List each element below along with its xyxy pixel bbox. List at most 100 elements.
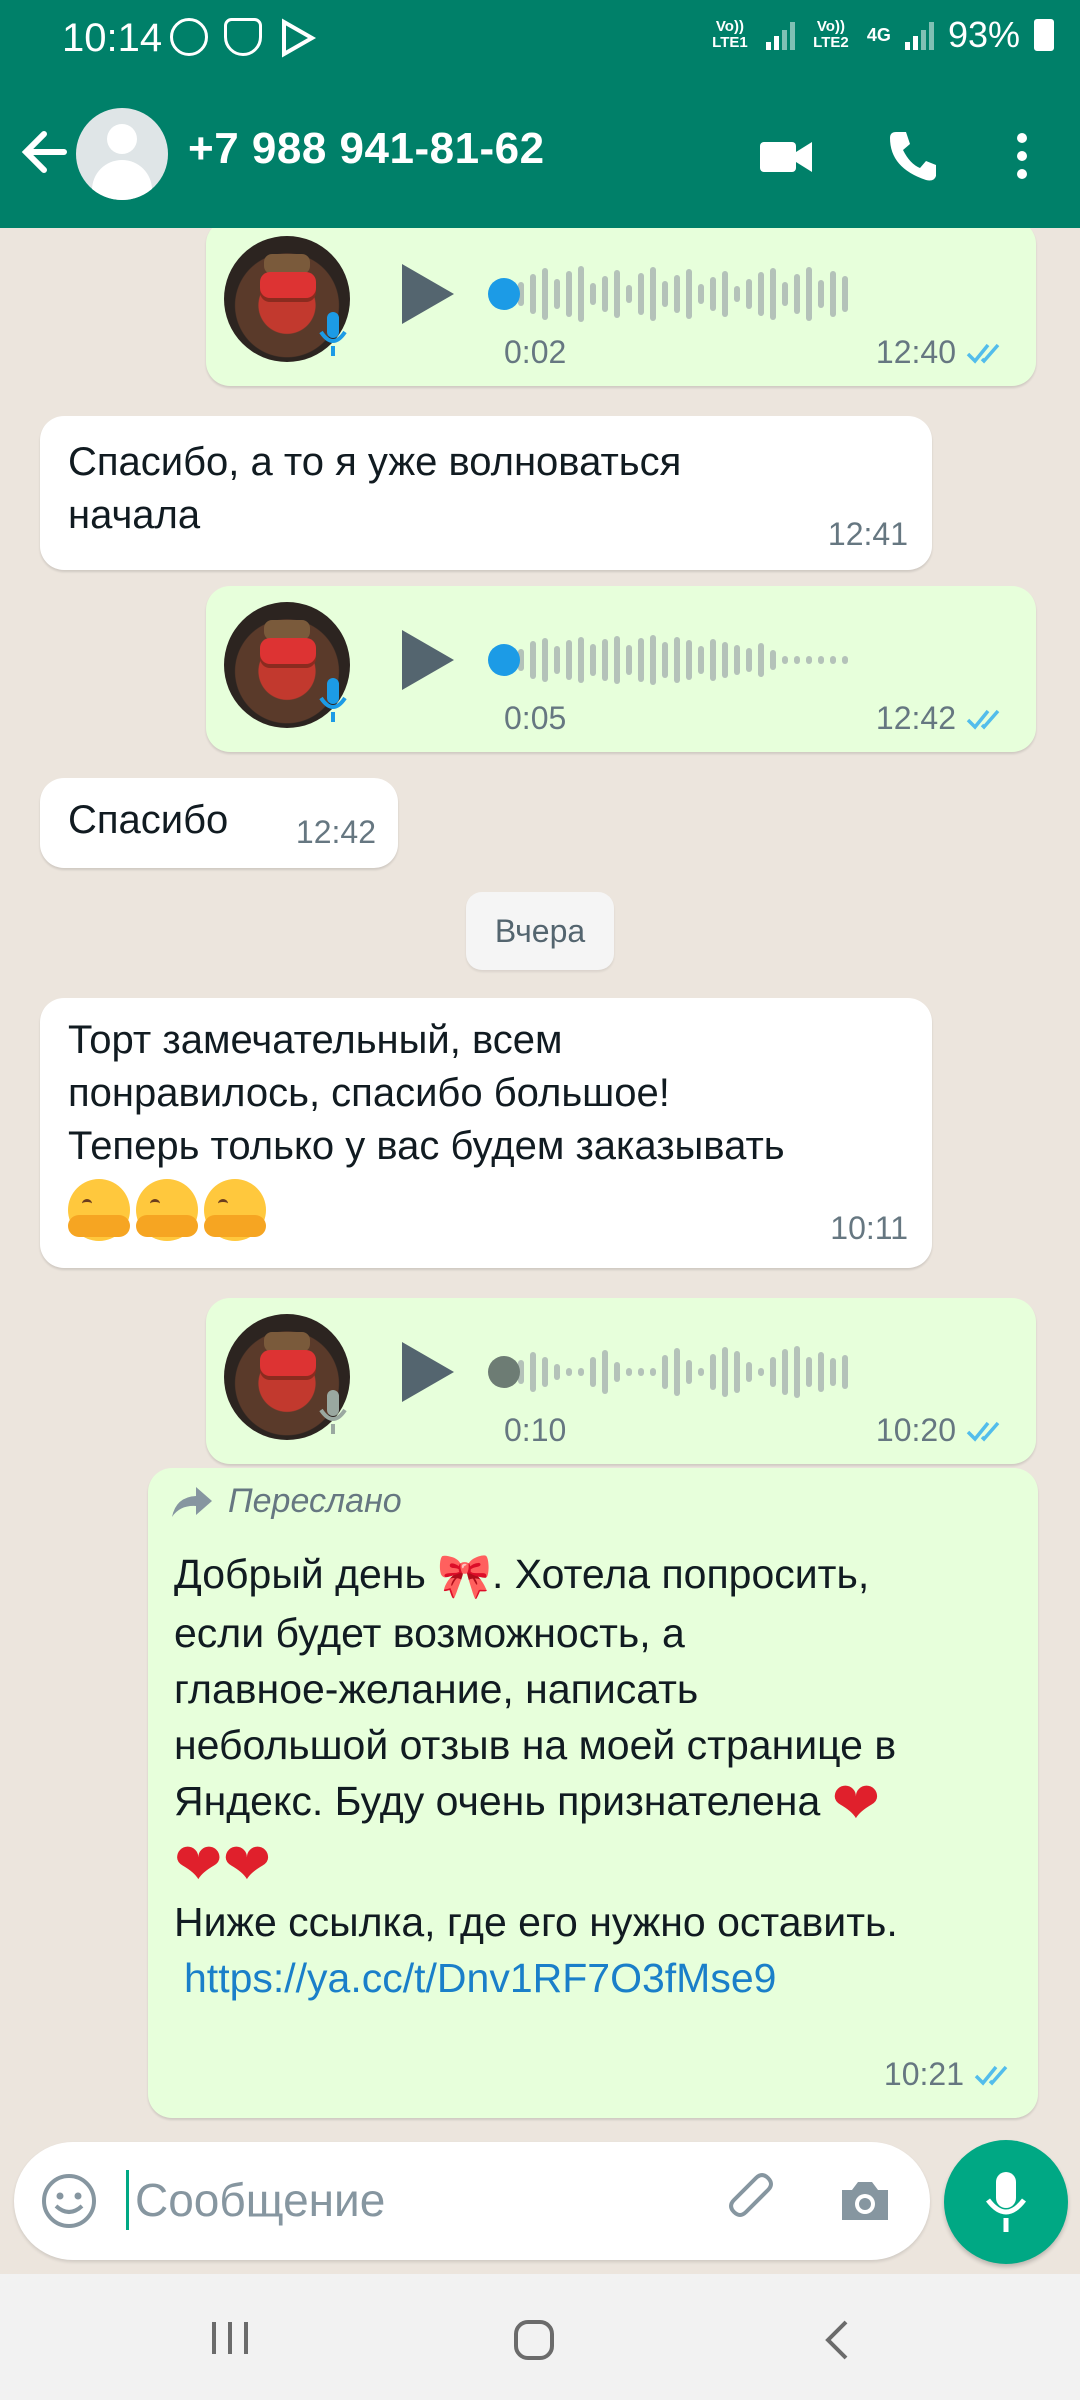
message-time: 12:42 bbox=[875, 700, 956, 736]
waveform[interactable] bbox=[506, 630, 848, 690]
home-icon[interactable] bbox=[512, 2318, 556, 2362]
more-vert-icon[interactable] bbox=[1010, 128, 1034, 184]
message-meta: 10:20 bbox=[876, 1412, 1008, 1449]
camera-icon[interactable] bbox=[836, 2172, 894, 2230]
battery-percent: 93% bbox=[947, 14, 1020, 55]
video-call-icon[interactable] bbox=[758, 128, 814, 184]
play-button[interactable] bbox=[402, 630, 454, 690]
heart-emoji: ❤ bbox=[222, 1831, 272, 1897]
message-fragment: Добрый день bbox=[174, 1551, 426, 1597]
voice-message[interactable]: 0:05 12:42 bbox=[206, 586, 1036, 752]
message-meta: 10:21 bbox=[884, 2056, 1016, 2093]
mic-icon bbox=[986, 2172, 1026, 2232]
hugging-face-emoji bbox=[136, 1179, 198, 1241]
message-meta: 12:40 bbox=[876, 334, 1008, 371]
phone-call-icon[interactable] bbox=[886, 128, 938, 184]
status-time: 10:14 bbox=[62, 16, 163, 60]
message-line: Яндекс. Буду очень признателена ❤ bbox=[174, 1773, 1014, 1833]
message-text: Торт замечательный, всем понравилось, сп… bbox=[68, 1014, 785, 1241]
waveform[interactable] bbox=[506, 1342, 848, 1402]
mic-icon bbox=[319, 1390, 347, 1434]
mic-icon bbox=[319, 312, 347, 356]
hugging-face-emoji bbox=[68, 1179, 130, 1241]
network-type: 4G bbox=[866, 25, 891, 45]
message-line: начала bbox=[68, 493, 201, 537]
message-time: 12:41 bbox=[827, 516, 908, 552]
message-line: Спасибо, а то я уже волноваться bbox=[68, 440, 682, 484]
recent-apps-icon[interactable] bbox=[208, 2318, 252, 2358]
message-text: Спасибо bbox=[68, 798, 229, 842]
notification-icons bbox=[170, 18, 318, 58]
message-line: Теперь только у вас будем заказывать bbox=[68, 1124, 785, 1168]
read-ticks-icon bbox=[966, 709, 1000, 730]
bow-emoji: 🎀 bbox=[437, 1552, 493, 1602]
read-ticks-icon bbox=[974, 2065, 1008, 2086]
voice-record-button[interactable] bbox=[944, 2140, 1068, 2264]
status-bar: 10:14 Vo)) LTE1 Vo)) LTE2 4G 93% bbox=[0, 0, 1080, 82]
play-store-icon bbox=[282, 18, 317, 58]
message-line: понравилось, спасибо большое! bbox=[68, 1071, 670, 1115]
hugging-face-emoji bbox=[204, 1179, 266, 1241]
network-1: Vo)) LTE1 bbox=[712, 18, 748, 51]
avatar[interactable] bbox=[76, 108, 168, 200]
forwarded-label: Переслано bbox=[170, 1482, 402, 1521]
signal-icon-2 bbox=[904, 20, 934, 50]
message-line: Добрый день 🎀. Хотела попросить, bbox=[174, 1546, 1014, 1605]
message-line: если будет возможность, а bbox=[174, 1610, 685, 1657]
mic-icon bbox=[319, 678, 347, 722]
attach-icon[interactable] bbox=[724, 2172, 782, 2230]
heart-emoji: ❤ bbox=[831, 1771, 881, 1837]
message-text: Спасибо, а то я уже волноваться начала bbox=[68, 436, 681, 542]
message-link[interactable]: https://ya.cc/t/Dnv1RF7O3fMse9 bbox=[184, 1955, 776, 2001]
back-icon[interactable] bbox=[822, 2318, 852, 2362]
voice-duration: 0:05 bbox=[504, 700, 567, 736]
message-fragment: Яндекс. Буду очень признателена bbox=[174, 1778, 821, 1825]
battery-icon bbox=[1034, 19, 1054, 51]
play-button[interactable] bbox=[402, 1342, 454, 1402]
heart-emoji: ❤ bbox=[174, 1831, 223, 1897]
voice-duration: 0:02 bbox=[504, 334, 567, 370]
network-2: Vo)) LTE2 bbox=[813, 18, 849, 51]
play-button[interactable] bbox=[402, 264, 454, 324]
forward-arrow-icon bbox=[172, 1486, 212, 1517]
emoji-row: ❤❤ bbox=[174, 1833, 1014, 1893]
playback-position[interactable] bbox=[488, 1356, 520, 1388]
message-bubble[interactable]: Торт замечательный, всем понравилось, сп… bbox=[40, 998, 932, 1268]
chat-header: +7 988 941-81-62 bbox=[0, 82, 1080, 228]
message-time: 10:20 bbox=[875, 1412, 956, 1448]
emoji-icon[interactable] bbox=[40, 2172, 98, 2230]
playback-position[interactable] bbox=[488, 278, 520, 310]
shield-icon bbox=[224, 18, 262, 56]
message-bubble[interactable]: Спасибо 12:42 bbox=[40, 778, 398, 868]
voice-message[interactable]: 0:02 12:40 bbox=[206, 228, 1036, 386]
message-time: 10:11 bbox=[830, 1210, 908, 1246]
message-time: 12:42 bbox=[295, 814, 376, 850]
date-divider: Вчера bbox=[466, 892, 614, 970]
message-bubble[interactable]: Спасибо, а то я уже волноваться начала 1… bbox=[40, 416, 932, 570]
message-time: 10:21 bbox=[883, 2056, 964, 2092]
message-time: 12:40 bbox=[875, 334, 956, 370]
message-input[interactable] bbox=[126, 2170, 706, 2230]
waveform[interactable] bbox=[506, 264, 848, 324]
forwarded-text: Переслано bbox=[228, 1482, 402, 1520]
forwarded-message[interactable]: Переслано Добрый день 🎀. Хотела попросит… bbox=[148, 1468, 1038, 2118]
message-line: Торт замечательный, всем bbox=[68, 1018, 563, 1062]
back-arrow-icon[interactable] bbox=[20, 122, 68, 182]
chat-area[interactable]: 0:02 12:40 Спасибо, а то я уже волновать… bbox=[0, 228, 1080, 2140]
status-right: Vo)) LTE1 Vo)) LTE2 4G 93% bbox=[708, 14, 1054, 56]
message-fragment: . Хотела попросить, bbox=[492, 1551, 870, 1597]
system-nav-bar bbox=[0, 2274, 1080, 2400]
read-ticks-icon bbox=[966, 1421, 1000, 1442]
read-ticks-icon bbox=[966, 343, 1000, 364]
signal-icon-1 bbox=[765, 20, 795, 50]
voice-message[interactable]: 0:10 10:20 bbox=[206, 1298, 1036, 1464]
voice-duration: 0:10 bbox=[504, 1412, 567, 1448]
message-text: Добрый день 🎀. Хотела попросить, если бу… bbox=[174, 1546, 1014, 2006]
message-line: главное-желание, написать bbox=[174, 1666, 699, 1713]
playback-position[interactable] bbox=[488, 644, 520, 676]
message-line: Ниже ссылка, где его нужно оставить. bbox=[174, 1898, 898, 1945]
message-meta: 12:42 bbox=[876, 700, 1008, 737]
emoji-row bbox=[68, 1179, 785, 1241]
whatsapp-icon bbox=[170, 18, 208, 56]
contact-name[interactable]: +7 988 941-81-62 bbox=[188, 124, 545, 174]
